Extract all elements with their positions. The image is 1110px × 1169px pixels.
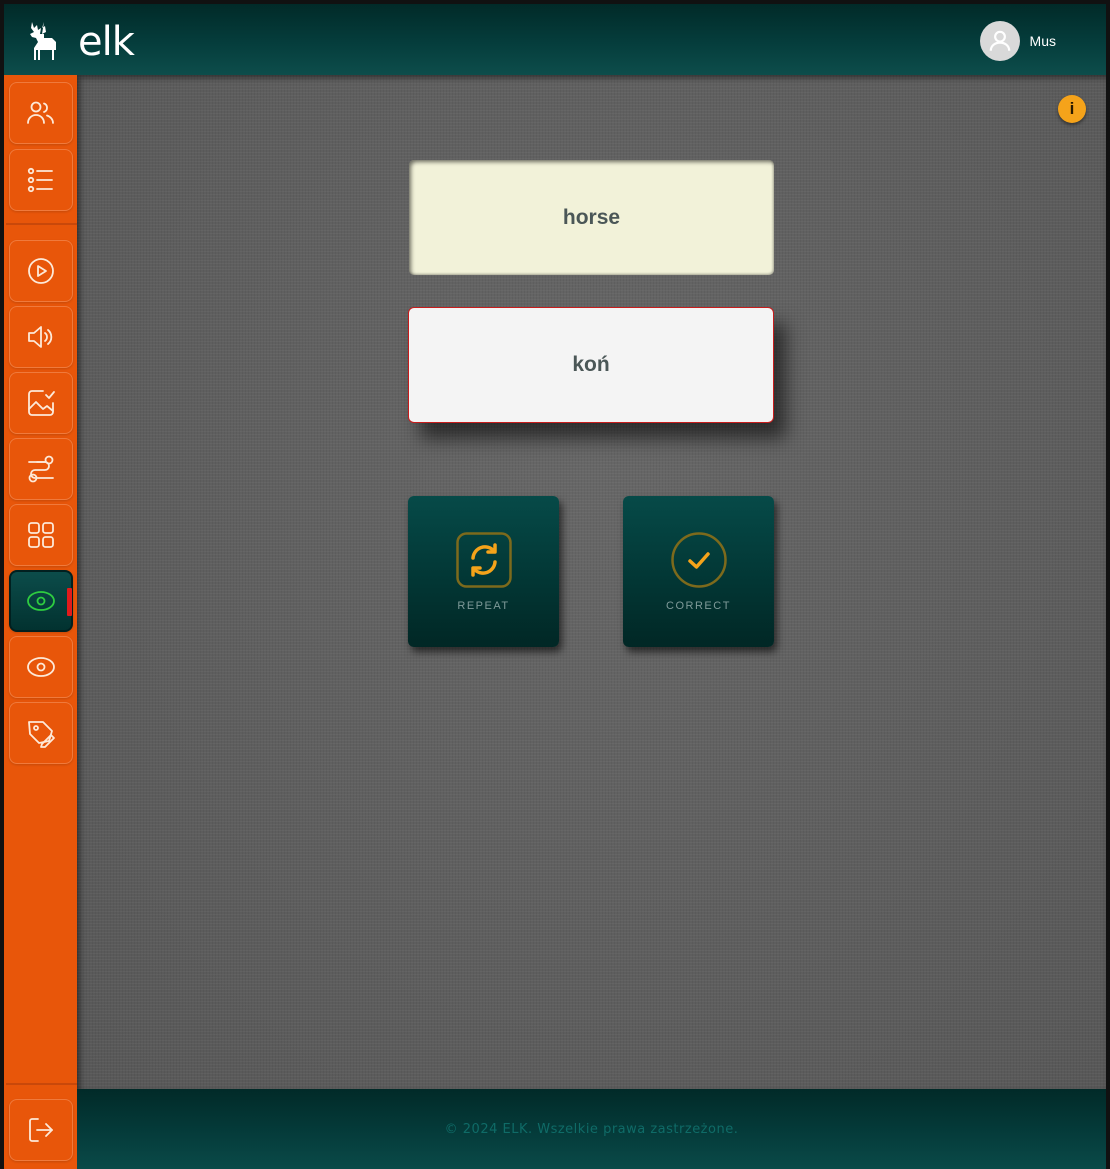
logo-text: elk [78, 19, 135, 65]
sidebar-item-users[interactable] [9, 82, 73, 144]
word-card: horse [409, 160, 774, 275]
user-icon [989, 30, 1010, 51]
sidebar-item-list[interactable] [9, 149, 73, 211]
repeat-label: REPEAT [457, 600, 510, 612]
footer: © 2024 ELK. Wszelkie prawa zastrzeżone. [77, 1089, 1106, 1169]
eye-icon [27, 591, 55, 611]
users-icon [27, 101, 54, 124]
main-area: i horse koń REPEAT CORRECT [77, 75, 1106, 1089]
active-indicator [67, 588, 72, 616]
sidebar-divider [6, 223, 77, 225]
sidebar-item-tag-edit[interactable] [9, 702, 73, 764]
sidebar-item-eye[interactable] [9, 636, 73, 698]
sidebar-item-grid[interactable] [9, 504, 73, 566]
eye-icon [27, 657, 55, 677]
sidebar-item-play[interactable] [9, 240, 73, 302]
refresh-icon [455, 532, 512, 588]
play-icon [28, 258, 54, 284]
route-icon [28, 455, 54, 483]
correct-label: CORRECT [666, 600, 731, 612]
moose-icon [30, 22, 56, 60]
avatar[interactable] [979, 21, 1020, 61]
correct-button[interactable]: CORRECT [623, 496, 774, 647]
speaker-icon [28, 326, 53, 348]
list-icon [27, 167, 53, 193]
sidebar-item-image-check[interactable] [9, 372, 73, 434]
elk-logo[interactable]: elk [28, 16, 135, 70]
answer-card: koń [408, 307, 774, 423]
logout-button[interactable] [9, 1099, 73, 1161]
logout-icon [29, 1118, 53, 1142]
grid-icon [28, 522, 54, 548]
sidebar-divider-bottom [6, 1083, 77, 1085]
check-icon [670, 532, 727, 588]
user-menu[interactable]: Mus [979, 21, 1056, 61]
repeat-button[interactable]: REPEAT [408, 496, 559, 647]
user-name: Mus [1029, 33, 1056, 49]
image-check-icon [28, 390, 55, 416]
sidebar-item-route[interactable] [9, 438, 73, 500]
sidebar-item-eye-active[interactable] [9, 570, 73, 632]
tag-pencil-icon [28, 721, 55, 748]
sidebar [4, 75, 77, 1169]
top-header: elk Mus [4, 4, 1106, 75]
copyright-text: © 2024 ELK. Wszelkie prawa zastrzeżone. [444, 1121, 739, 1137]
sidebar-item-speaker[interactable] [9, 306, 73, 368]
info-button[interactable]: i [1058, 95, 1086, 123]
